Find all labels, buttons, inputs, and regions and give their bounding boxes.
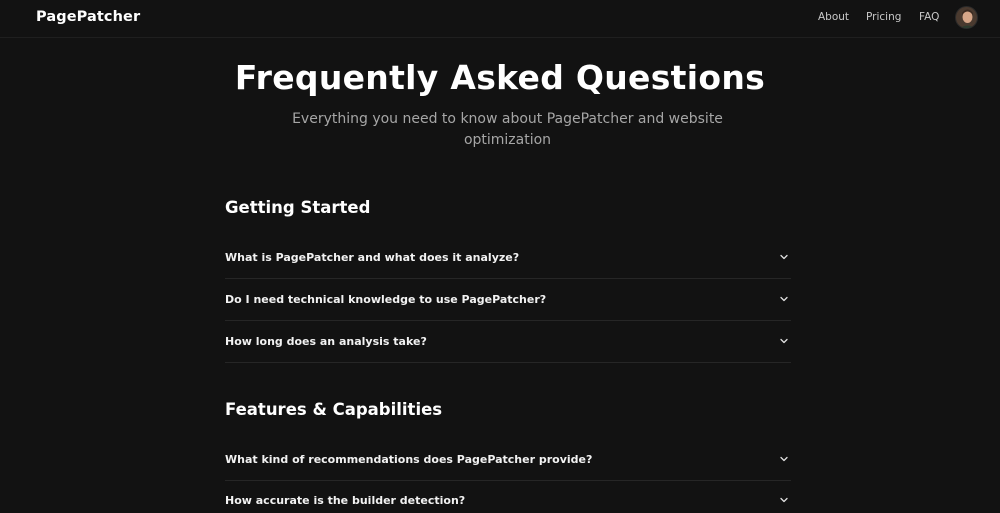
chevron-down-icon xyxy=(780,254,788,260)
chevron-down-icon xyxy=(780,456,788,462)
section-heading-getting-started: Getting Started xyxy=(225,198,371,217)
page-title: Frequently Asked Questions xyxy=(234,58,766,97)
page-subtitle: Everything you need to know about PagePa… xyxy=(292,111,723,148)
faq-question: How accurate is the builder detection? xyxy=(225,494,466,507)
faq-question: What kind of recommendations does PagePa… xyxy=(225,453,593,466)
brand-logo[interactable]: PagePatcher xyxy=(36,9,140,25)
nav-link-about[interactable]: About xyxy=(818,11,849,23)
faq-item[interactable]: How accurate is the builder detection? xyxy=(225,480,791,513)
avatar-image xyxy=(956,7,977,28)
nav-link-pricing[interactable]: Pricing xyxy=(866,11,901,23)
faq-question: Do I need technical knowledge to use Pag… xyxy=(225,293,547,306)
chevron-down-icon xyxy=(780,296,788,302)
faq-question: What is PagePatcher and what does it ana… xyxy=(225,251,520,264)
faq-question: How long does an analysis take? xyxy=(225,335,427,348)
faq-item[interactable]: What is PagePatcher and what does it ana… xyxy=(225,237,791,279)
chevron-down-icon xyxy=(780,338,788,344)
faq-item[interactable]: How long does an analysis take? xyxy=(225,321,791,363)
top-navbar: PagePatcher About Pricing FAQ xyxy=(0,0,1000,38)
user-avatar[interactable] xyxy=(955,6,978,29)
faq-item[interactable]: Do I need technical knowledge to use Pag… xyxy=(225,279,791,321)
faq-item[interactable]: What kind of recommendations does PagePa… xyxy=(225,439,791,481)
section-heading-features: Features & Capabilities xyxy=(225,400,443,419)
nav-link-faq[interactable]: FAQ xyxy=(919,11,939,23)
chevron-down-icon xyxy=(780,497,788,503)
